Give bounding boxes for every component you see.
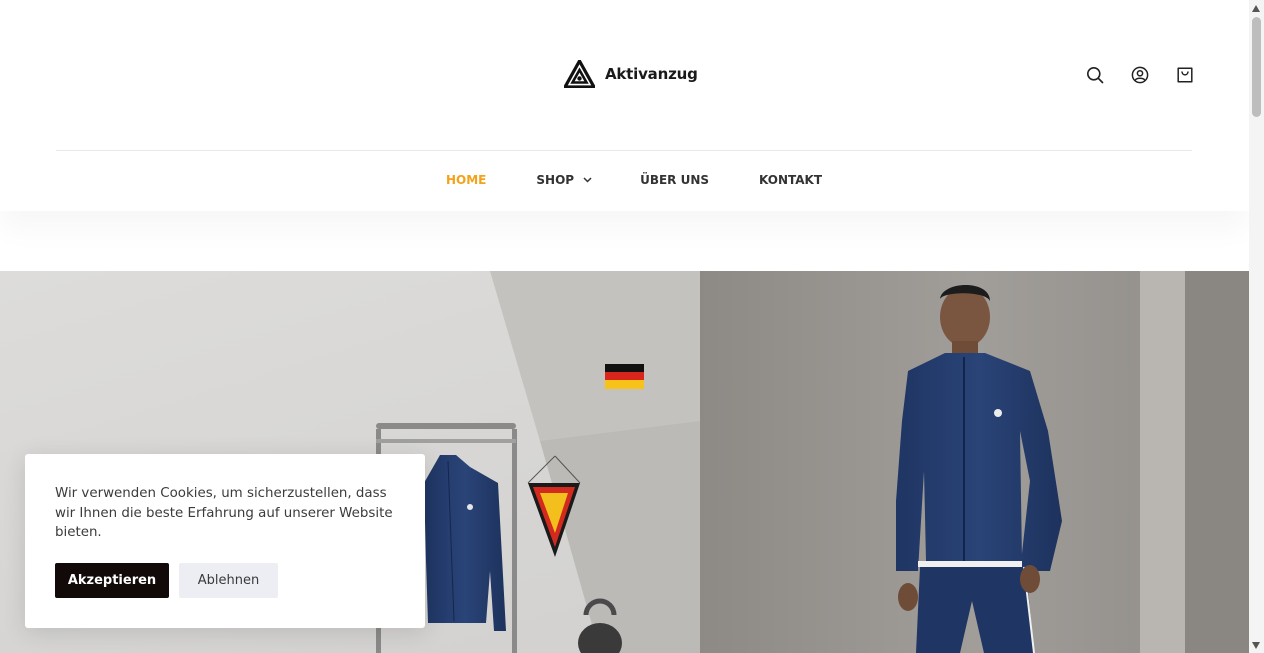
- main-navigation: HOME SHOP ÜBER UNS KONTAKT: [0, 151, 1249, 211]
- scroll-down-arrow-icon[interactable]: [1252, 642, 1260, 649]
- page-scrollbar[interactable]: [1249, 0, 1264, 653]
- account-icon[interactable]: [1131, 66, 1149, 84]
- cookie-message: Wir verwenden Cookies, um sicherzustelle…: [55, 486, 393, 540]
- scrollbar-thumb[interactable]: [1252, 17, 1261, 117]
- cart-icon[interactable]: [1176, 66, 1194, 84]
- triangle-logo-icon: [564, 60, 595, 88]
- accept-cookies-button[interactable]: Akzeptieren: [55, 563, 169, 598]
- page: Aktivanzug HOME SHOP ÜBER UNS KONTAKT Wi…: [0, 0, 1249, 653]
- search-icon[interactable]: [1086, 66, 1104, 84]
- nav-shop[interactable]: SHOP: [536, 173, 592, 187]
- nav-contact[interactable]: KONTAKT: [759, 173, 822, 187]
- site-logo[interactable]: Aktivanzug: [564, 60, 698, 88]
- cookie-banner: Wir verwenden Cookies, um sicherzustelle…: [25, 454, 425, 628]
- site-header: Aktivanzug: [0, 0, 1249, 150]
- nav-about[interactable]: ÜBER UNS: [640, 173, 709, 187]
- scroll-up-arrow-icon[interactable]: [1252, 5, 1260, 12]
- cookie-actions: Akzeptieren Ablehnen: [55, 563, 278, 598]
- chevron-down-icon: [583, 177, 592, 183]
- decline-cookies-button[interactable]: Ablehnen: [179, 563, 278, 598]
- nav-shop-label: SHOP: [536, 173, 575, 187]
- nav-home[interactable]: HOME: [446, 173, 486, 187]
- nav-list: HOME SHOP ÜBER UNS KONTAKT: [446, 173, 822, 187]
- header-icons: [1086, 66, 1194, 84]
- brand-name: Aktivanzug: [605, 65, 698, 83]
